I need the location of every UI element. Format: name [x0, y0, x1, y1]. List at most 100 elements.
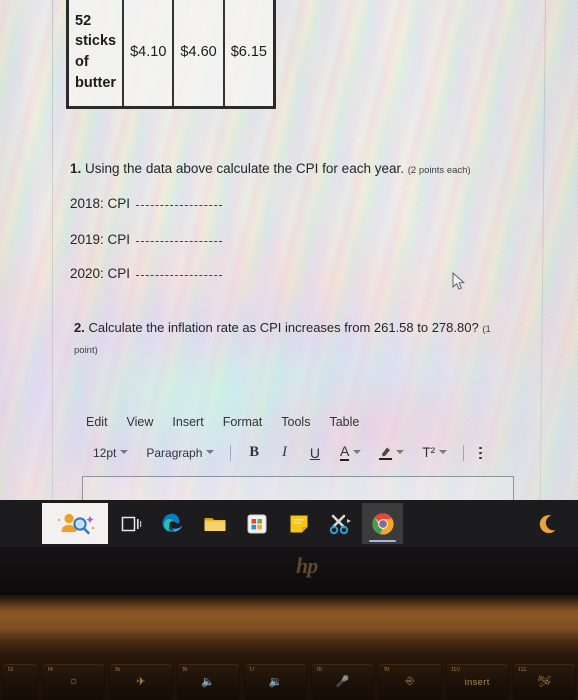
tray-item-night-light[interactable]: [526, 503, 567, 544]
key-f11[interactable]: f11 🛩: [513, 664, 575, 700]
keyboard-backlight-icon: ⎆: [405, 675, 415, 687]
airplane-mode-icon: 🛩: [537, 676, 552, 688]
taskbar-item-task-view[interactable]: [110, 503, 151, 544]
font-size-dropdown[interactable]: 12pt: [84, 446, 137, 460]
chevron-down-icon: [439, 450, 448, 455]
question-1-points: (2 points each): [407, 165, 471, 176]
keyboard-function-row: f3 f4 ☼ f5 ✈ f6 🔈 f7 🔉 f8 🎤 f9 ⎆ f10 ins…: [0, 664, 578, 700]
menu-view[interactable]: View: [127, 415, 154, 429]
chevron-down-icon: [120, 450, 129, 455]
answer-label-2019: 2019: CPI: [70, 232, 131, 247]
text-color-dropdown[interactable]: A: [331, 444, 370, 462]
snipping-tool-icon: [329, 514, 351, 534]
answer-row-2020: 2020: CPI: [70, 264, 223, 281]
toolbar-divider: [230, 444, 232, 461]
question-2-points-wrap: point): [74, 345, 98, 356]
question-1-number: 1.: [70, 161, 82, 176]
menu-insert[interactable]: Insert: [172, 415, 203, 429]
italic-button[interactable]: I: [270, 444, 299, 461]
underline-button[interactable]: U: [299, 445, 331, 461]
key-f5[interactable]: f5 ✈: [110, 664, 172, 700]
key-fn-label: f10: [451, 667, 460, 673]
menu-tools[interactable]: Tools: [281, 415, 310, 429]
answer-textbox[interactable]: [82, 476, 514, 500]
google-chrome-icon: [371, 512, 393, 534]
key-f10[interactable]: f10 insert: [446, 664, 508, 700]
highlight-color-dropdown[interactable]: [370, 445, 413, 461]
laptop-screen: 52 sticks of butter $4.10 $4.60 $6.15 1.…: [0, 0, 578, 500]
answer-blank-2019[interactable]: [136, 230, 223, 242]
bold-button[interactable]: B: [238, 444, 270, 461]
table-cell-item: 52 sticks of butter: [69, 0, 125, 106]
price-table: 52 sticks of butter $4.10 $4.60 $6.15: [66, 0, 276, 109]
hp-logo: hp: [296, 553, 318, 578]
question-1: 1. Using the data above calculate the CP…: [70, 161, 471, 176]
key-fn-label: f5: [115, 667, 121, 673]
taskbar-item-file-explorer[interactable]: [194, 503, 235, 544]
superscript-dropdown[interactable]: T²: [413, 445, 456, 460]
laptop-bezel: [0, 547, 578, 595]
key-fn-label: f11: [518, 667, 527, 673]
night-light-moon-icon: [539, 514, 555, 533]
key-fn-label: f6: [182, 667, 188, 673]
key-f6[interactable]: f6 🔈: [177, 664, 239, 700]
taskbar-item-snipping-tool[interactable]: [320, 503, 361, 544]
highlighter-icon: [379, 445, 393, 461]
table-cell-price-2020: $6.15: [230, 43, 267, 60]
key-fn-label: f7: [249, 667, 255, 673]
editor-format-toolbar: 12pt Paragraph B I U A T²: [84, 444, 490, 462]
laptop-photo: 52 sticks of butter $4.10 $4.60 $6.15 1.…: [0, 0, 578, 700]
search-person-icon: [58, 513, 94, 534]
key-fn-label: f8: [317, 667, 323, 673]
paragraph-style-dropdown[interactable]: Paragraph: [137, 446, 223, 460]
more-options-icon[interactable]: [471, 444, 490, 462]
answer-row-2018: 2018: CPI: [70, 194, 223, 211]
taskbar-item-microsoft-store[interactable]: [236, 503, 277, 544]
document-content: 52 sticks of butter $4.10 $4.60 $6.15 1.…: [0, 0, 578, 500]
file-explorer-icon: [204, 517, 225, 531]
answer-blank-2020[interactable]: [136, 264, 223, 276]
menu-table[interactable]: Table: [329, 415, 359, 429]
task-view-icon: [121, 516, 141, 531]
key-f3[interactable]: f3: [3, 664, 37, 700]
question-1-text: Using the data above calculate the CPI f…: [85, 161, 404, 176]
mouse-cursor-icon: [452, 272, 465, 291]
paragraph-style-value: Paragraph: [146, 445, 203, 460]
menu-edit[interactable]: Edit: [86, 415, 108, 429]
answer-blank-2018[interactable]: [136, 194, 223, 206]
laptop-hinge: [0, 595, 578, 611]
taskbar-app-icons: [110, 503, 404, 544]
mic-mute-icon: 🎤: [335, 676, 350, 688]
volume-mute-icon: 🔈: [201, 676, 215, 688]
key-f9[interactable]: f9 ⎆: [379, 664, 441, 700]
key-f4[interactable]: f4 ☼: [43, 664, 105, 700]
menu-format[interactable]: Format: [223, 415, 263, 429]
answer-label-2020: 2020: CPI: [70, 266, 131, 281]
brightness-icon: ☼: [68, 675, 79, 687]
key-fn-label: f4: [48, 667, 54, 673]
table-cell-price-2019: $4.60: [173, 0, 225, 106]
taskbar-item-google-chrome[interactable]: [362, 503, 403, 544]
taskbar-search-box[interactable]: [42, 503, 108, 544]
answer-row-2019: 2019: CPI: [70, 230, 223, 247]
answer-label-2018: 2018: CPI: [70, 196, 131, 211]
question-2-number: 2.: [74, 320, 85, 335]
taskbar-item-microsoft-edge[interactable]: [152, 503, 193, 544]
key-fn-label: f9: [384, 667, 390, 673]
chevron-down-icon: [396, 450, 405, 455]
toolbar-divider: [463, 444, 465, 461]
key-f7[interactable]: f7 🔉: [244, 664, 306, 700]
table-cell-price-2018: $4.10: [123, 0, 175, 106]
key-insert-label: insert: [464, 677, 490, 688]
question-2-points-inline: (1: [482, 324, 491, 335]
key-fn-label: f3: [8, 667, 14, 673]
superscript-icon: T²: [422, 445, 436, 461]
question-2-text: Calculate the inflation rate as CPI incr…: [88, 320, 479, 335]
question-2: 2. Calculate the inflation rate as CPI i…: [74, 320, 491, 335]
sticky-notes-icon: [290, 515, 307, 532]
font-size-value: 12pt: [93, 445, 117, 460]
key-f8[interactable]: f8 🎤: [312, 664, 374, 700]
table-row: 52 sticks of butter $4.10 $4.60 $6.15: [69, 0, 273, 106]
chevron-down-icon: [353, 450, 362, 455]
taskbar-item-sticky-notes[interactable]: [278, 503, 319, 544]
